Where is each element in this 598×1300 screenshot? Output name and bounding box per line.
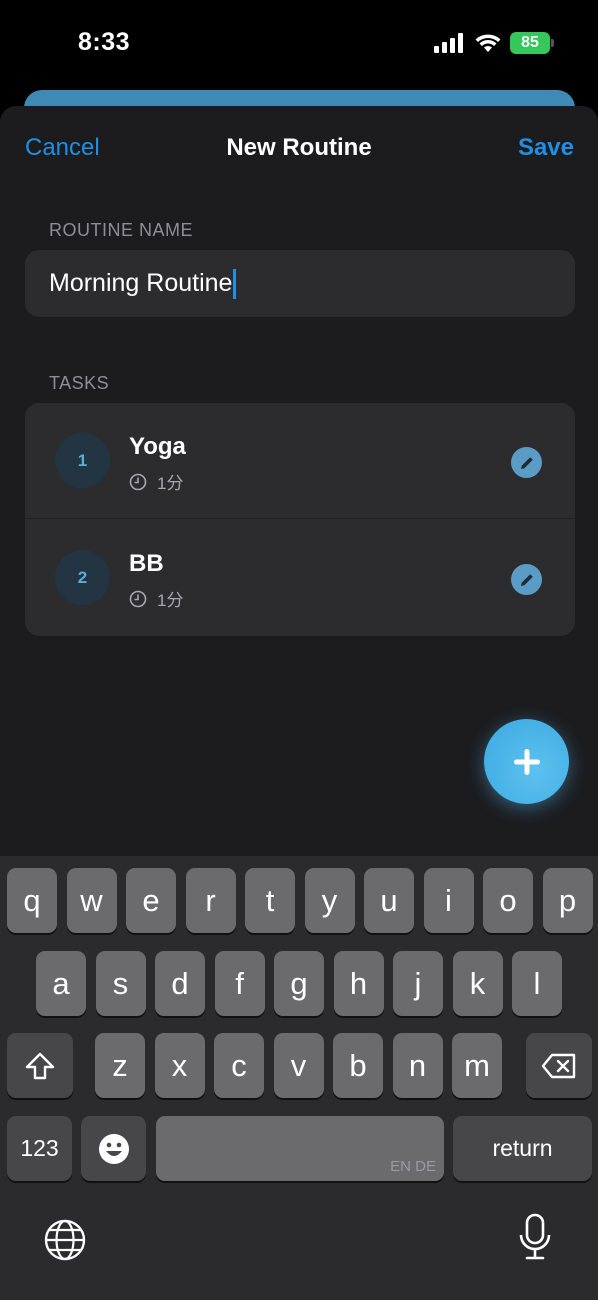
task-duration: 1分 [129,469,183,494]
key-i[interactable]: i [423,868,474,933]
key-g[interactable]: g [274,951,324,1016]
shift-key[interactable] [7,1033,73,1098]
task-number-badge: 1 [55,433,110,488]
task-number-badge: 2 [55,550,110,605]
status-time: 8:33 [78,28,131,56]
numbers-key[interactable]: 123 [7,1116,72,1181]
key-r[interactable]: r [185,868,236,933]
space-language-hint: EN DE [390,1158,436,1175]
key-w[interactable]: w [66,868,117,933]
microphone-icon[interactable] [517,1213,553,1263]
key-t[interactable]: t [245,868,295,933]
edit-task-button[interactable] [511,564,542,595]
key-e[interactable]: e [126,868,176,933]
delete-key[interactable] [526,1033,592,1098]
space-key[interactable]: EN DE [156,1116,444,1181]
key-y[interactable]: y [304,868,355,933]
emoji-key[interactable] [81,1116,146,1181]
add-task-button[interactable] [484,719,569,804]
tasks-list: 1 Yoga 1分 2 BB 1分 [25,403,575,636]
battery-icon: 85 [510,32,554,54]
task-duration-text: 1分 [157,591,184,610]
key-m[interactable]: m [452,1033,502,1098]
key-c[interactable]: c [214,1033,264,1098]
task-row[interactable]: 1 Yoga 1分 [25,403,575,519]
routine-name-input[interactable]: Morning Routine [25,250,575,317]
key-z[interactable]: z [95,1033,145,1098]
routine-name-value: Morning Routine [49,269,233,297]
status-icons: 85 [434,32,554,54]
page-title: New Routine [226,134,372,161]
key-p[interactable]: p [542,868,593,933]
pencil-icon [520,573,533,586]
clock-icon [129,473,147,490]
key-h[interactable]: h [333,951,384,1016]
key-v[interactable]: v [273,1033,324,1098]
key-b[interactable]: b [333,1033,383,1098]
key-x[interactable]: x [154,1033,205,1098]
task-row[interactable]: 2 BB 1分 [25,520,575,636]
key-s[interactable]: s [95,951,146,1016]
key-d[interactable]: d [155,951,205,1016]
nav-bar: Cancel New Routine Save [0,106,598,192]
key-q[interactable]: q [7,868,57,933]
globe-icon[interactable] [43,1218,87,1262]
key-f[interactable]: f [214,951,265,1016]
key-k[interactable]: k [452,951,503,1016]
key-u[interactable]: u [364,868,414,933]
task-title: Yoga [129,433,186,460]
screen: 8:33 85 Cancel New Routine Save ROUTINE … [0,0,598,1300]
plus-icon [513,748,540,775]
task-duration: 1分 [129,586,183,611]
wifi-icon [475,34,501,52]
backspace-icon [541,1053,576,1078]
text-caret [233,268,237,299]
emoji-icon [98,1133,129,1164]
key-o[interactable]: o [483,868,533,933]
task-duration-text: 1分 [157,474,184,493]
task-title: BB [129,550,164,577]
save-button[interactable]: Save [518,134,574,162]
signal-icon [434,33,463,53]
status-bar: 8:33 85 [0,0,598,90]
edit-task-button[interactable] [511,447,542,478]
key-j[interactable]: j [393,951,443,1016]
key-l[interactable]: l [512,951,562,1016]
key-n[interactable]: n [392,1033,443,1098]
return-key[interactable]: return [453,1116,592,1181]
key-a[interactable]: a [36,951,86,1016]
shift-icon [25,1052,55,1079]
clock-icon [129,590,147,607]
tasks-label: TASKS [49,373,110,393]
keyboard: qwertyuiop asdfghjkl zxcvbnm 123 EN DE r… [0,856,598,1300]
battery-level: 85 [521,34,539,51]
pencil-icon [520,456,533,469]
routine-name-label: ROUTINE NAME [49,220,194,240]
